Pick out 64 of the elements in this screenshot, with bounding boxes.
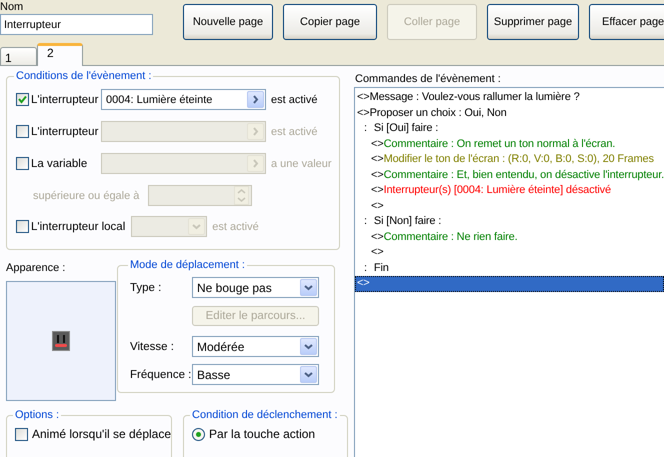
condition-suffix: est activé (212, 220, 259, 232)
chevron-right-icon (251, 159, 260, 168)
group-title: Mode de déplacement : (129, 259, 246, 271)
dropdown[interactable]: Ne bouge pas (192, 277, 319, 298)
field-label: Nom (0, 1, 24, 14)
command-line[interactable]: <>Message : Voulez-vous rallumer la lumière ? (355, 90, 664, 106)
group-title: Condition de déclenchement : (191, 409, 339, 421)
local-switch-select[interactable] (131, 216, 208, 237)
command-line[interactable]: <>Commentaire : Ne rien faire. (355, 230, 664, 245)
chevron-right-icon (251, 95, 260, 104)
commands-label: Commandes de l'évènement : (355, 73, 502, 87)
command-line[interactable]: : Fin (355, 260, 664, 276)
appearance-label: Apparence : (6, 261, 66, 276)
dropdown[interactable]: Modérée (192, 336, 319, 357)
group-title: Conditions de l'évènement : (15, 70, 152, 82)
condition-suffix: est activé (271, 94, 318, 106)
condition-label: L'interrupteur (31, 126, 100, 138)
switch-field[interactable] (101, 121, 266, 142)
page-button[interactable]: Supprimer page (487, 4, 579, 40)
chevron-down-icon (304, 342, 313, 351)
checkbox[interactable] (16, 125, 29, 138)
checkbox[interactable] (16, 157, 29, 170)
option-label: Animé lorsqu'il se déplace (32, 427, 172, 441)
field-label: Vitesse : (130, 340, 175, 352)
group-title: Options : (14, 409, 60, 421)
radio-button[interactable] (192, 428, 206, 440)
command-line[interactable]: <>Commentaire : Et, bien entendu, on désactive l'interrupteur. (355, 168, 664, 183)
chevron-right-icon (251, 127, 260, 136)
trigger-label: Par la touche action (209, 427, 316, 441)
condition-label: L'interrupteur local (31, 220, 126, 232)
name-field[interactable]: Interrupteur (0, 14, 153, 35)
command-line[interactable]: <>Proposer un choix : Oui, Non (355, 106, 664, 121)
condition-label: supérieure ou égale à (33, 190, 140, 202)
appearance-preview[interactable] (6, 281, 116, 401)
picker-button[interactable] (247, 91, 264, 108)
condition-label: L'interrupteur (31, 94, 100, 106)
page-button[interactable]: Effacer page (589, 4, 664, 40)
variable-field[interactable] (101, 153, 266, 174)
chevron-down-icon (304, 370, 313, 379)
chevron-down-icon (304, 283, 313, 292)
page-button[interactable]: Copier page (283, 4, 377, 40)
command-line[interactable]: <> (355, 198, 664, 214)
condition-suffix: a une valeur (271, 158, 332, 170)
checkbox[interactable] (16, 220, 29, 233)
page-tab[interactable]: 2 (37, 43, 83, 66)
command-line[interactable]: : Si [Non] faire : (355, 214, 664, 230)
switch-sprite-icon (52, 331, 70, 351)
field-label: Fréquence : (130, 368, 192, 380)
condition-suffix: est activé (271, 126, 318, 138)
command-line[interactable]: <>Interrupteur(s) [0004: Lumière éteinte] désactivé (355, 183, 664, 198)
command-line[interactable]: <> (355, 245, 664, 260)
checkbox[interactable] (16, 93, 29, 106)
chevron-down-icon (192, 222, 202, 231)
command-line[interactable]: <>Modifier le ton de l'écran : (R:0, V:0, B:0, S:0), 20 Frames (355, 152, 664, 168)
dropdown[interactable]: Basse (192, 364, 319, 385)
switch-field[interactable]: 0004: Lumière éteinte (101, 89, 266, 110)
command-line[interactable]: : Si [Oui] faire : (355, 121, 664, 136)
field-label: Type : (130, 282, 162, 294)
condition-label: La variable (31, 158, 88, 170)
page-tab[interactable]: 1 (0, 47, 37, 65)
spin-arrows-icon (234, 186, 249, 205)
checkbox[interactable] (15, 428, 28, 440)
command-line[interactable]: <>Commentaire : On remet un ton normal à l'écran. (355, 136, 664, 152)
page-button[interactable]: Nouvelle page (183, 4, 273, 40)
